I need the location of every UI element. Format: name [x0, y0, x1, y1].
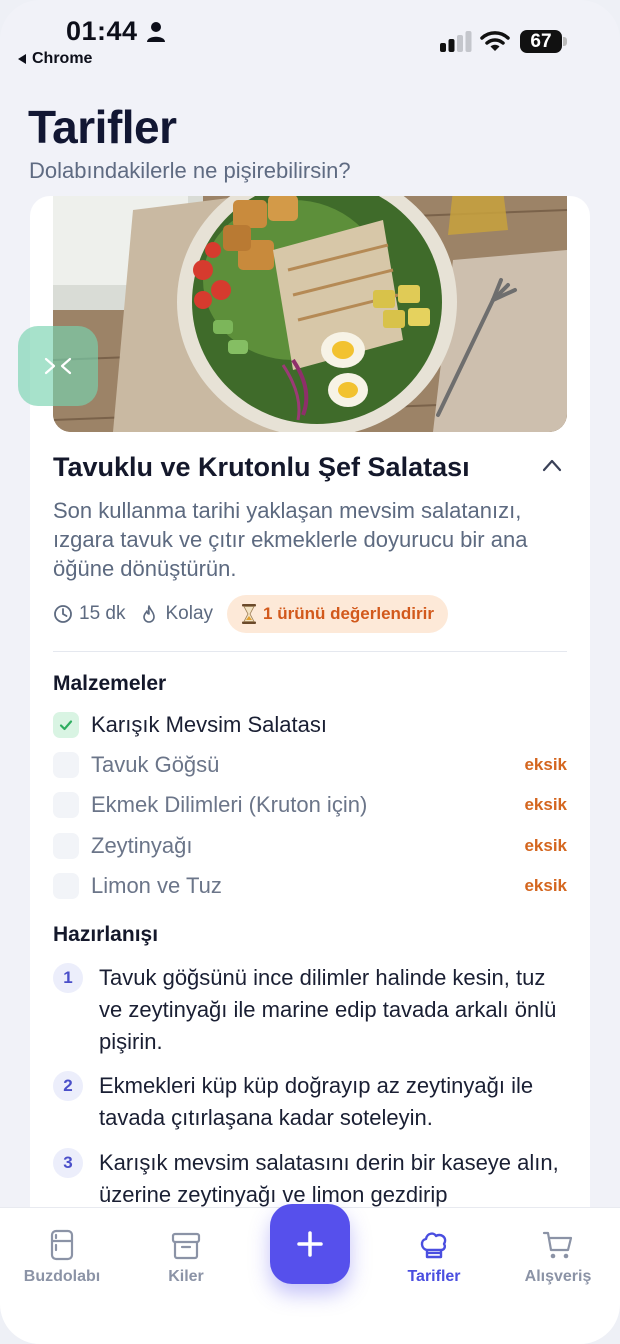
ingredient-checkbox[interactable] — [53, 873, 79, 899]
battery-icon: 67 — [520, 30, 568, 53]
ingredient-checkbox[interactable] — [53, 792, 79, 818]
fridge-icon — [50, 1229, 74, 1261]
badge-label: 1 ürünü değerlendirir — [263, 604, 434, 623]
ingredient-checkbox[interactable] — [53, 833, 79, 859]
uses-items-badge: 1 ürünü değerlendirir — [227, 595, 448, 633]
step-text: Karışık mevsim salatasını derin bir kase… — [99, 1150, 559, 1207]
status-time: 01:44 — [66, 16, 138, 46]
check-icon — [59, 720, 73, 731]
cellular-signal-icon — [440, 31, 472, 52]
step-item: 2 Ekmekleri küp küp doğrayıp az zeytinya… — [53, 1070, 567, 1134]
recipe-card: Tavuklu ve Krutonlu Şef Salatası Son kul… — [30, 196, 590, 1296]
nav-label: Tarifler — [407, 1268, 461, 1285]
recipe-description: Son kullanma tarihi yaklaşan mevsim sala… — [53, 498, 528, 581]
ingredient-row[interactable]: Tavuk Göğsü eksik — [53, 750, 567, 780]
duration-info: 15 dk — [53, 603, 125, 625]
nav-item-fridge[interactable]: Buzdolabı — [12, 1228, 112, 1286]
nav-label: Kiler — [168, 1268, 204, 1285]
nav-item-pantry[interactable]: Kiler — [136, 1228, 236, 1286]
step-item: 1 Tavuk göğsünü ince dilimler halinde ke… — [53, 962, 567, 1058]
recipe-meta: 15 dk Kolay 1 ürünü değerlendirir — [53, 594, 448, 634]
step-text: Tavuk göğsünü ince dilimler halinde kesi… — [99, 965, 557, 1054]
step-number: 2 — [53, 1071, 83, 1101]
person-icon — [147, 22, 165, 42]
floating-collapse-handle[interactable] — [18, 326, 98, 406]
step-text: Ekmekleri küp küp doğrayıp az zeytinyağı… — [99, 1073, 534, 1130]
pantry-box-icon — [171, 1232, 201, 1260]
plus-icon — [297, 1231, 323, 1257]
steps-title: Hazırlanışı — [53, 923, 159, 946]
ingredient-row[interactable]: Ekmek Dilimleri (Kruton için) eksik — [53, 790, 567, 820]
add-button[interactable] — [270, 1204, 350, 1284]
ingredient-status: eksik — [524, 876, 567, 895]
cart-icon — [542, 1231, 573, 1259]
page-title: Tarifler — [28, 101, 177, 153]
nav-item-shopping[interactable]: Alışveriş — [508, 1228, 608, 1286]
difficulty-label: Kolay — [165, 603, 214, 624]
ingredient-status: eksik — [524, 755, 567, 774]
step-item: 3 Karışık mevsim salatasını derin bir ka… — [53, 1147, 567, 1211]
ingredient-checkbox[interactable] — [53, 752, 79, 778]
clock-icon — [54, 605, 72, 623]
difficulty-info: Kolay — [139, 603, 213, 625]
status-bar: 01:44 Chrome 67 — [0, 0, 620, 80]
wifi-icon — [480, 31, 510, 51]
chevron-up-icon[interactable] — [542, 458, 562, 472]
hourglass-icon — [242, 604, 257, 624]
ingredient-name: Limon ve Tuz — [91, 873, 222, 898]
flame-icon — [143, 605, 156, 623]
nav-label: Buzdolabı — [23, 1268, 101, 1285]
app-screen: 01:44 Chrome 67 Tarifler Dolabındakilerl… — [0, 0, 620, 1344]
collapse-arrows-icon — [44, 357, 72, 375]
ingredient-checkbox[interactable] — [53, 712, 79, 738]
ingredient-name: Karışık Mevsim Salatası — [91, 712, 327, 737]
ingredient-status: eksik — [524, 795, 567, 814]
nav-item-recipes[interactable]: Tarifler — [384, 1228, 484, 1286]
nav-label: Alışveriş — [524, 1268, 592, 1285]
chef-hat-icon — [420, 1232, 447, 1259]
ingredients-title: Malzemeler — [53, 672, 167, 695]
ingredient-row[interactable]: Karışık Mevsim Salatası — [53, 710, 567, 740]
ingredient-row[interactable]: Limon ve Tuz eksik — [53, 871, 567, 901]
duration-label: 15 dk — [79, 603, 126, 624]
ingredient-name: Ekmek Dilimleri (Kruton için) — [91, 792, 368, 817]
recipe-title: Tavuklu ve Krutonlu Şef Salatası — [53, 452, 470, 482]
step-number: 3 — [53, 1148, 83, 1178]
battery-level: 67 — [530, 31, 552, 52]
back-arrow-icon — [18, 54, 26, 64]
back-app-label: Chrome — [32, 50, 93, 67]
recipe-image — [53, 196, 567, 432]
page-subtitle: Dolabındakilerle ne pişirebilirsin? — [29, 158, 351, 183]
back-to-app-link[interactable]: Chrome — [18, 50, 92, 68]
ingredient-row[interactable]: Zeytinyağı eksik — [53, 831, 567, 861]
step-number: 1 — [53, 963, 83, 993]
divider — [53, 651, 567, 652]
ingredient-name: Tavuk Göğsü — [91, 752, 220, 777]
ingredient-status: eksik — [524, 836, 567, 855]
ingredient-name: Zeytinyağı — [91, 833, 193, 858]
